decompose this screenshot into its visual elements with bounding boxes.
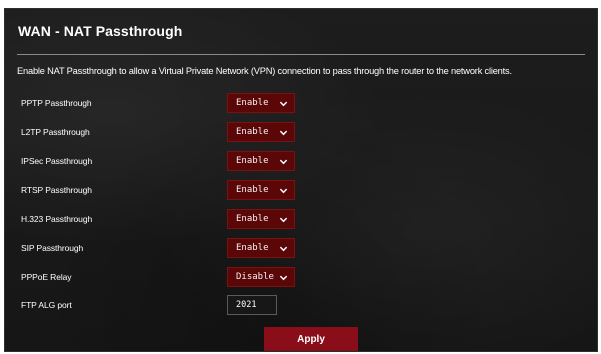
setting-row-rtsp-passthrough: RTSP Passthrough Enable — [5, 179, 597, 203]
setting-row-ftp-alg-port: FTP ALG port 2021 — [5, 294, 597, 318]
setting-label: FTP ALG port — [21, 300, 72, 310]
sip-passthrough-select[interactable]: Enable — [227, 238, 295, 258]
select-value: Enable — [236, 156, 269, 166]
setting-label: PPTP Passthrough — [21, 98, 92, 108]
select-value: Enable — [236, 185, 269, 195]
nat-passthrough-panel: WAN - NAT Passthrough Enable NAT Passthr… — [4, 8, 598, 352]
chevron-down-icon — [279, 246, 288, 252]
page-title: WAN - NAT Passthrough — [18, 23, 183, 39]
chevron-down-icon — [279, 188, 288, 194]
chevron-down-icon — [279, 159, 288, 165]
page-description: Enable NAT Passthrough to allow a Virtua… — [17, 66, 512, 76]
pptp-passthrough-select[interactable]: Enable — [227, 93, 295, 113]
select-value: Enable — [236, 214, 269, 224]
title-divider — [17, 54, 585, 55]
pppoe-relay-select[interactable]: Disable — [227, 267, 295, 287]
chevron-down-icon — [279, 217, 288, 223]
setting-label: PPPoE Relay — [21, 272, 72, 282]
apply-button[interactable]: Apply — [264, 327, 358, 351]
chevron-down-icon — [279, 130, 288, 136]
chevron-down-icon — [279, 275, 288, 281]
select-value: Enable — [236, 98, 269, 108]
h323-passthrough-select[interactable]: Enable — [227, 209, 295, 229]
chevron-down-icon — [279, 101, 288, 107]
setting-label: RTSP Passthrough — [21, 185, 92, 195]
setting-label: SIP Passthrough — [21, 243, 84, 253]
setting-row-pptp-passthrough: PPTP Passthrough Enable — [5, 92, 597, 116]
ipsec-passthrough-select[interactable]: Enable — [227, 151, 295, 171]
select-value: Enable — [236, 243, 269, 253]
setting-row-sip-passthrough: SIP Passthrough Enable — [5, 237, 597, 261]
select-value: Enable — [236, 127, 269, 137]
setting-row-ipsec-passthrough: IPSec Passthrough Enable — [5, 150, 597, 174]
setting-label: H.323 Passthrough — [21, 214, 93, 224]
setting-label: IPSec Passthrough — [21, 156, 93, 166]
setting-row-l2tp-passthrough: L2TP Passthrough Enable — [5, 121, 597, 145]
l2tp-passthrough-select[interactable]: Enable — [227, 122, 295, 142]
setting-label: L2TP Passthrough — [21, 127, 90, 137]
setting-row-h323-passthrough: H.323 Passthrough Enable — [5, 208, 597, 232]
input-value: 2021 — [236, 300, 257, 310]
ftp-alg-port-input[interactable]: 2021 — [227, 295, 277, 315]
setting-row-pppoe-relay: PPPoE Relay Disable — [5, 266, 597, 290]
select-value: Disable — [236, 272, 274, 282]
rtsp-passthrough-select[interactable]: Enable — [227, 180, 295, 200]
